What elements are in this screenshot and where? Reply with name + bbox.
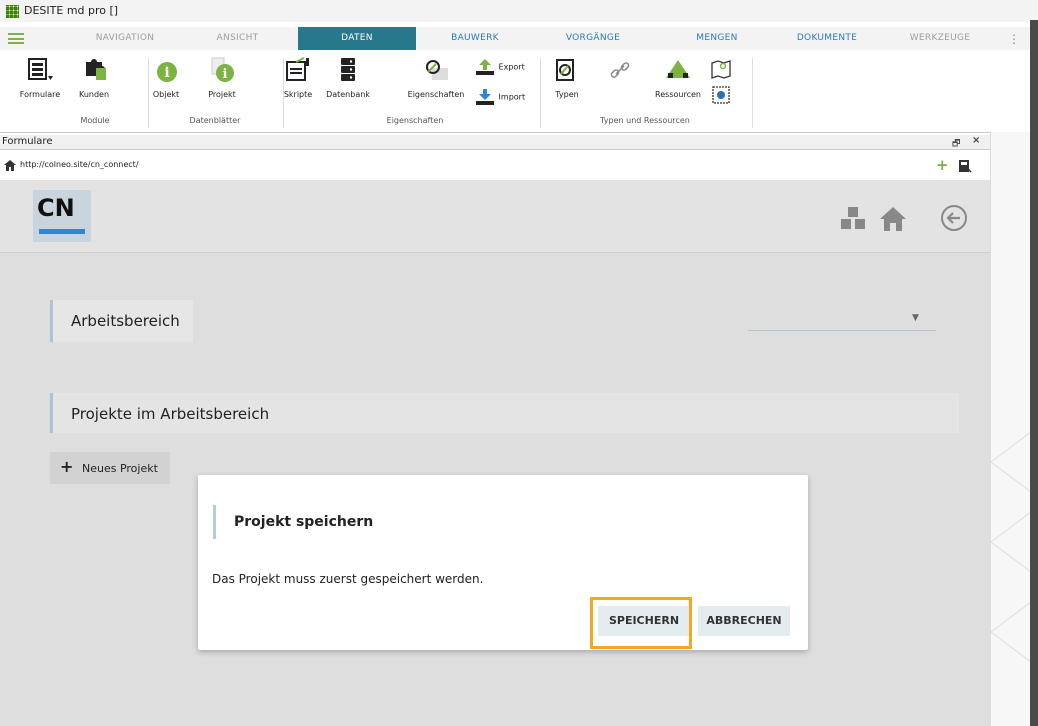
highlight-frame <box>590 597 692 649</box>
ribbon-separator <box>752 58 753 128</box>
import-button[interactable]: Import <box>474 88 534 106</box>
skripte-label: Skripte <box>283 90 313 99</box>
group-module: Module <box>80 116 110 125</box>
panel-title: Formulare <box>2 136 53 147</box>
app-logo-icon <box>6 5 19 18</box>
tab-ansicht[interactable]: ANSICHT <box>180 27 295 50</box>
cancel-button[interactable]: ABBRECHEN <box>698 606 790 636</box>
new-project-label: Neues Projekt <box>82 462 158 475</box>
import-label: Import <box>498 92 526 102</box>
object-cube-button[interactable] <box>710 84 732 110</box>
import-icon <box>476 89 494 105</box>
typen-button[interactable]: Typen <box>550 56 584 99</box>
dialog-message: Das Projekt muss zuerst gespeichert werd… <box>212 572 484 586</box>
resources-icon <box>666 60 690 78</box>
window-title: DESITE md pro [] <box>24 4 119 17</box>
eigenschaften-button[interactable]: Eigenschaften <box>404 56 468 99</box>
ribbon-separator <box>283 58 284 128</box>
url-text[interactable]: http://colneo.site/cn_connect/ <box>20 160 139 169</box>
svg-text:i: i <box>164 65 169 81</box>
tab-daten[interactable]: DATEN <box>298 27 416 50</box>
group-eigenschaften: Eigenschaften <box>386 116 444 125</box>
script-icon <box>286 57 309 81</box>
ribbon-tab-row: NAVIGATION ANSICHT DATEN BAUWERK VORGÄNG… <box>0 27 1038 50</box>
projekt-label: Projekt <box>208 90 236 99</box>
formulare-button[interactable]: Formulare <box>18 56 62 99</box>
decorative-lines <box>991 431 1031 663</box>
datenbank-button[interactable]: Datenbank <box>322 56 374 99</box>
link-icon <box>610 62 630 78</box>
workspace-dropdown[interactable] <box>748 330 936 331</box>
dialog-title-text: Projekt speichern <box>234 514 374 530</box>
workspace-section-header: Arbeitsbereich <box>50 300 193 342</box>
project-info-icon: i <box>211 57 234 82</box>
back-icon[interactable] <box>940 204 968 232</box>
bookmark-icon[interactable] <box>958 159 972 173</box>
info-icon: i <box>157 62 177 82</box>
projekt-button[interactable]: i Projekt <box>200 56 244 99</box>
export-label: Export <box>498 62 525 72</box>
group-typen-ressourcen: Typen und Ressourcen <box>600 116 690 125</box>
map-pin-icon <box>711 60 731 79</box>
datenbank-label: Datenbank <box>326 90 370 99</box>
panel-header: Formulare 🗗 × <box>0 135 990 150</box>
projects-label: Projekte im Arbeitsbereich <box>71 405 270 423</box>
workspace-label: Arbeitsbereich <box>71 312 180 330</box>
group-datenblaetter: Datenblätter <box>189 116 241 125</box>
cube-icon <box>712 86 730 104</box>
chevron-down-icon[interactable]: ▼ <box>912 313 919 323</box>
formulare-label: Formulare <box>19 90 61 99</box>
url-bar: http://colneo.site/cn_connect/ + <box>0 150 990 180</box>
home-icon[interactable] <box>4 160 16 171</box>
properties-icon <box>426 60 448 80</box>
ribbon-separator <box>540 58 541 128</box>
title-bar: DESITE md pro [] <box>0 0 1038 22</box>
hamburger-menu-icon[interactable] <box>8 33 24 44</box>
kunden-button[interactable]: Kunden <box>72 56 116 99</box>
types-icon <box>556 59 574 81</box>
plus-icon: + <box>60 457 74 476</box>
tab-bauwerk[interactable]: BAUWERK <box>416 27 534 50</box>
add-icon[interactable]: + <box>936 156 949 174</box>
map-pin-button[interactable] <box>710 58 732 84</box>
home-nav-icon[interactable] <box>878 204 908 234</box>
cn-logo-bar <box>39 229 85 234</box>
eigenschaften-label: Eigenschaften <box>407 90 465 99</box>
kunden-label: Kunden <box>78 90 110 99</box>
new-project-button[interactable]: + Neues Projekt <box>50 452 170 484</box>
ressourcen-label: Ressourcen <box>655 90 701 99</box>
ribbon-separator <box>148 58 149 128</box>
tab-werkzeuge[interactable]: WERKZEUGE <box>900 27 980 50</box>
typen-label: Typen <box>555 90 579 99</box>
ressourcen-button[interactable]: Ressourcen <box>650 56 706 99</box>
export-button[interactable]: Export <box>474 58 534 76</box>
objekt-button[interactable]: i Objekt <box>144 56 188 99</box>
close-icon[interactable]: × <box>972 135 980 146</box>
dialog-title: Projekt speichern <box>213 505 376 539</box>
export-icon <box>476 59 494 75</box>
more-vertical-icon[interactable]: ⋮ <box>1008 32 1020 46</box>
tab-vorgaenge[interactable]: VORGÄNGE <box>534 27 652 50</box>
window-edge <box>1030 20 1038 726</box>
puzzle-icon <box>86 59 106 80</box>
objekt-label: Objekt <box>152 90 180 99</box>
cubes-icon[interactable] <box>838 205 868 233</box>
skripte-button[interactable]: Skripte <box>278 56 318 99</box>
cn-logo-text: CN <box>37 194 75 222</box>
tab-navigation[interactable]: NAVIGATION <box>70 27 180 50</box>
database-icon <box>341 58 355 81</box>
tab-mengen[interactable]: MENGEN <box>652 27 782 50</box>
cn-logo: CN <box>33 190 91 242</box>
link-button[interactable] <box>608 58 632 86</box>
form-list-icon <box>28 58 53 80</box>
projects-section-header: Projekte im Arbeitsbereich <box>50 393 959 433</box>
svg-text:i: i <box>223 67 228 82</box>
tab-dokumente[interactable]: DOKUMENTE <box>782 27 872 50</box>
